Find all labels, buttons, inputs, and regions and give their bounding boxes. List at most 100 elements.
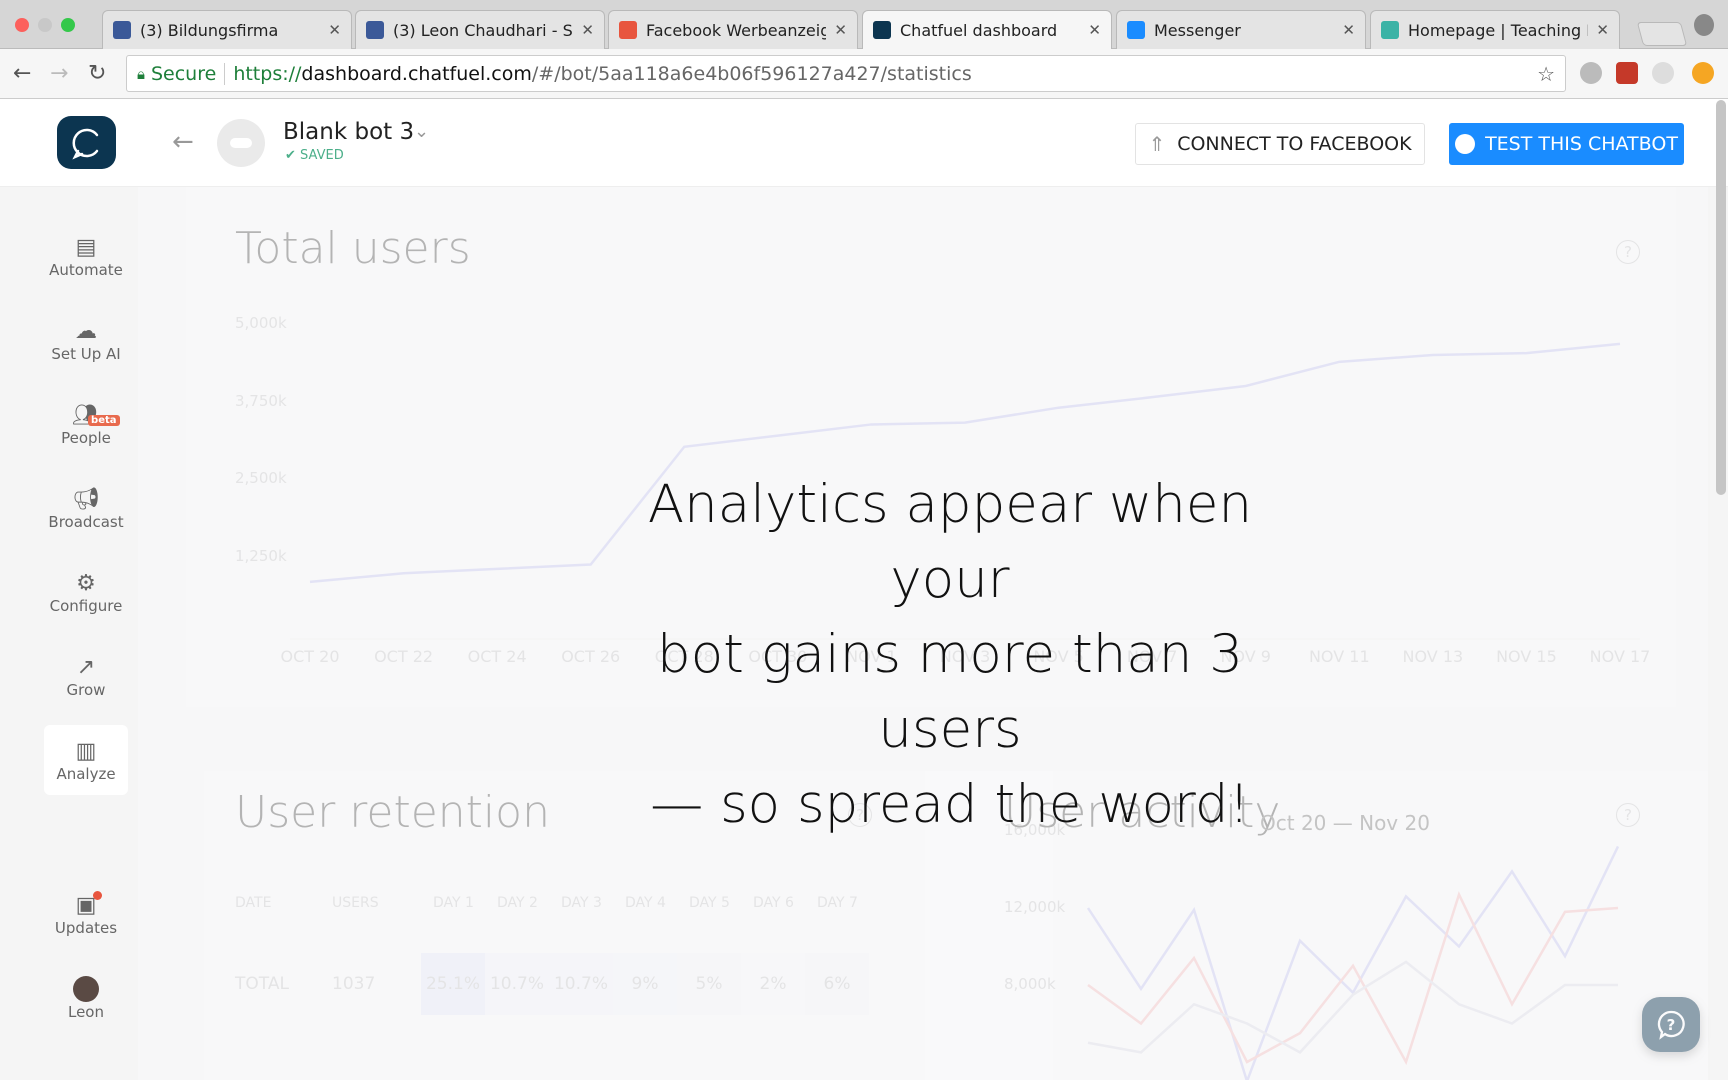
sidebar-item-label: Analyze [56,765,116,783]
sidebar-item-grow[interactable]: ↗ Grow [44,641,128,711]
browser-tab[interactable]: (3) Bildungsfirma ✕ [102,10,352,49]
secure-label: Secure [151,62,226,85]
saved-status: ✔ SAVED [285,148,344,163]
sidebar-item-analyze[interactable]: ▥ Analyze [44,725,128,795]
tab-title: (3) Bildungsfirma [140,20,279,40]
bar-chart-icon: ▥ [75,738,97,764]
sidebar-item-set-up-ai[interactable]: ☁ Set Up AI [44,305,128,375]
message-line: Analytics appear when your [647,474,1253,610]
reload-icon[interactable]: ↻ [88,61,106,86]
grow-icon: ↗ [76,654,96,680]
star-icon[interactable]: ☆ [1537,62,1555,86]
connect-to-facebook-button[interactable]: ⇑ CONNECT TO FACEBOOK [1135,123,1425,165]
gear-icon: ⚙ [76,570,96,596]
scrollbar[interactable] [1716,100,1726,495]
messenger-icon [1455,134,1476,154]
browser-tab[interactable]: Facebook Werbeanzeig ✕ [608,10,858,49]
sidebar-item-label: Set Up AI [51,345,121,363]
browser-tab-bar: (3) Bildungsfirma ✕ (3) Leon Chaudhari - S… [0,0,1728,49]
sidebar-item-updates[interactable]: ▣ Updates [44,879,128,949]
brain-icon: ☁ [75,318,97,344]
teachable-icon [1381,21,1399,39]
test-label: TEST THIS CHATBOT [1485,133,1678,155]
avatar [73,975,99,1003]
message-line: bot gains more than 3 users [657,624,1243,760]
url-scheme: https:// [233,62,302,85]
forward-icon[interactable]: → [50,61,68,86]
sidebar-item-label: Configure [49,597,123,615]
close-window-button[interactable] [15,18,29,32]
notification-dot [93,891,103,900]
address-bar-row: ← → ↻ 🔒︎ Secure https://dashboard.chatfu… [0,49,1728,99]
sidebar-item-label: Leon [67,1003,104,1021]
blocks-icon: ▤ [75,234,97,260]
chatfuel-logo[interactable] [57,116,116,169]
megaphone-icon: 📢︎ [72,486,100,512]
chatfuel-icon [873,21,891,39]
check-icon: ✔ [285,148,301,163]
profile-icon[interactable] [1694,14,1714,36]
facebook-icon [366,21,384,39]
extension-icon[interactable] [1652,62,1674,84]
udemy-icon [619,21,637,39]
sidebar-item-label: Updates [54,919,118,937]
sidebar-item-broadcast[interactable]: 📢︎ Broadcast [44,473,128,543]
extension-icon[interactable] [1692,62,1714,84]
beta-badge: beta [88,415,120,426]
sidebar-item-label: People [61,429,111,447]
connect-label: CONNECT TO FACEBOOK [1177,133,1412,155]
sidebar-item-label: Automate [49,261,123,279]
chevron-down-icon[interactable]: ⌄ [414,121,429,142]
tab-title: Chatfuel dashboard [900,20,1058,40]
browser-tab[interactable]: Messenger ✕ [1116,10,1366,49]
back-arrow-icon[interactable]: ← [172,127,194,157]
maximize-window-button[interactable] [61,18,75,32]
browser-tab[interactable]: Chatfuel dashboard ✕ [862,10,1112,49]
back-icon[interactable]: ← [13,61,31,86]
close-tab-icon[interactable]: ✕ [1088,21,1101,39]
sidebar-item-label: Broadcast [48,513,124,531]
empty-state-message: Analytics appear when your bot gains mor… [588,467,1312,842]
statistics-content: Total users ? User retention ? DATEUSERS… [138,187,1708,1080]
url-path: /#/bot/5aa118a6e4b06f596127a427/statisti… [531,62,972,85]
extension-icon[interactable] [1616,62,1638,84]
close-tab-icon[interactable]: ✕ [1596,21,1609,39]
url-input[interactable]: 🔒︎ Secure https://dashboard.chatfuel.com… [126,55,1566,92]
extension-icon[interactable] [1580,62,1602,84]
facebook-icon [113,21,131,39]
updates-icon: ▣ [76,891,103,919]
sidebar-item-people[interactable]: 👥︎ beta People [44,389,128,459]
window-controls [15,18,75,32]
close-tab-icon[interactable]: ✕ [328,21,341,39]
tab-title: Homepage | Teaching H [1408,20,1589,40]
tab-title: Facebook Werbeanzeig [646,20,827,40]
close-tab-icon[interactable]: ✕ [834,21,847,39]
url-host: dashboard.chatfuel.com [301,62,532,85]
lock-icon: 🔒︎ [137,64,145,83]
sidebar-item-automate[interactable]: ▤ Automate [44,221,128,291]
bot-avatar [217,119,265,167]
sidebar-item-label: Grow [66,681,106,699]
rocket-icon: ⇑ [1148,132,1166,156]
sidebar-item-configure[interactable]: ⚙ Configure [44,557,128,627]
saved-label: SAVED [300,148,344,163]
browser-tab[interactable]: (3) Leon Chaudhari - St ✕ [355,10,605,49]
tab-title: Messenger [1154,20,1241,40]
app-header: ← Blank bot 3 ⌄ ✔ SAVED ⇑ CONNECT TO FAC… [0,99,1728,187]
minimize-window-button[interactable] [38,18,52,32]
bot-name[interactable]: Blank bot 3 [283,119,414,145]
sidebar-item-leon[interactable]: Leon [44,963,128,1033]
tab-title: (3) Leon Chaudhari - St [393,20,574,40]
browser-tab[interactable]: Homepage | Teaching H ✕ [1370,10,1620,49]
close-tab-icon[interactable]: ✕ [581,21,594,39]
people-icon: 👥︎ beta [72,401,120,429]
message-line: — so spread the word! [650,774,1250,835]
robot-icon [230,138,252,148]
sidebar: ▤ Automate ☁ Set Up AI 👥︎ beta People 📢︎ Broadca… [0,187,138,1080]
messenger-icon [1127,21,1145,39]
user-retention-title: User retention [235,787,550,838]
test-chatbot-button[interactable]: TEST THIS CHATBOT [1449,123,1684,165]
new-tab-button[interactable] [1636,22,1688,46]
total-users-title: Total users [235,223,471,274]
close-tab-icon[interactable]: ✕ [1342,21,1355,39]
